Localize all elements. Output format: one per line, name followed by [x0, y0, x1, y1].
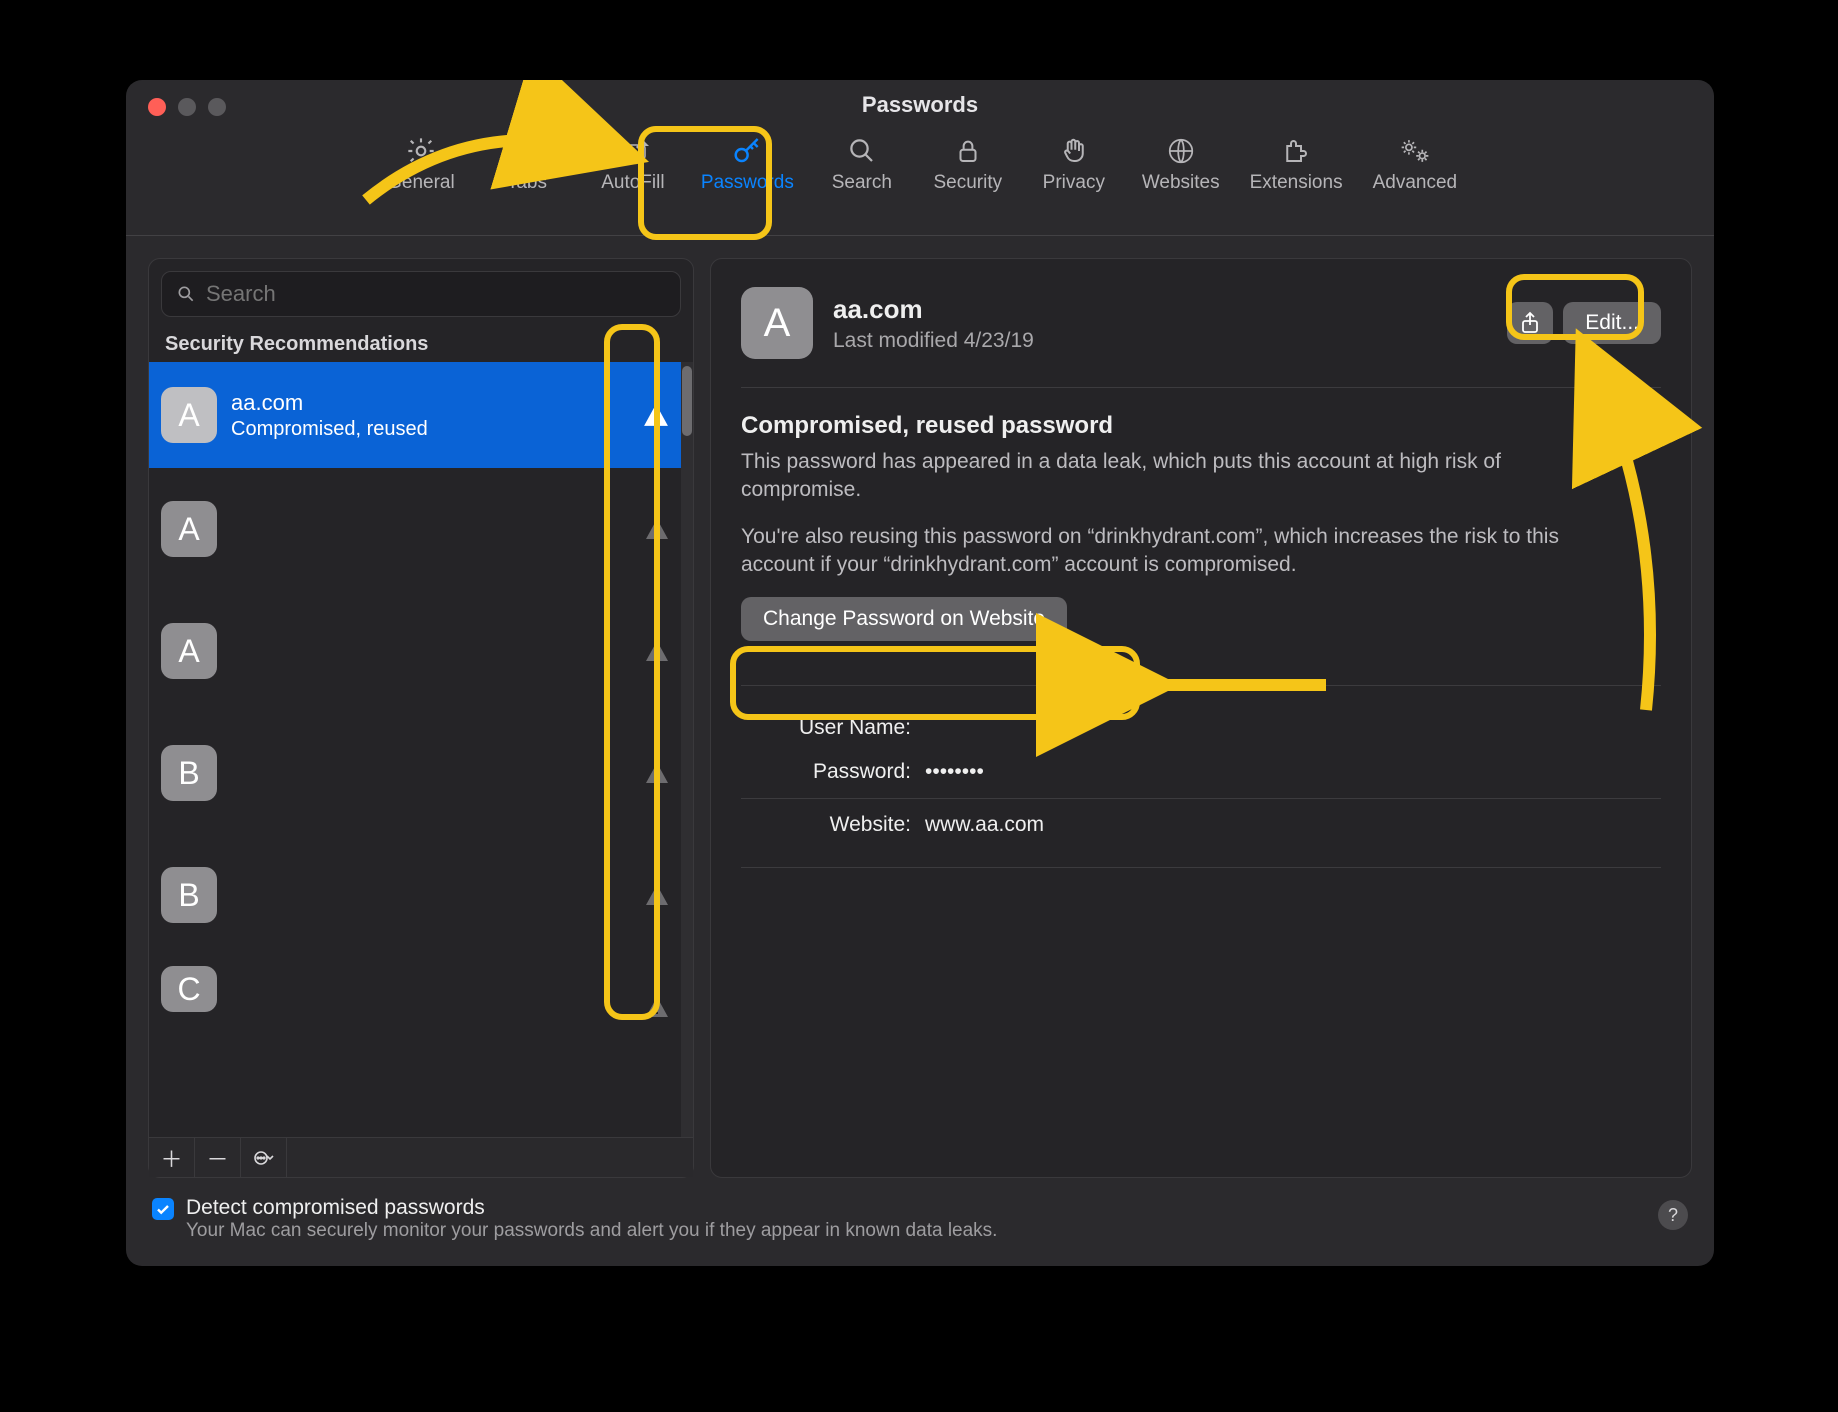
- warning-icon: [645, 762, 669, 784]
- username-label: User Name:: [741, 716, 911, 740]
- site-avatar: A: [161, 623, 217, 679]
- tab-websites[interactable]: Websites: [1136, 130, 1226, 198]
- section-header: Security Recommendations: [149, 323, 693, 362]
- magnifier-icon: [843, 134, 881, 168]
- passwords-sidebar: Security Recommendations A aa.com Compro…: [148, 258, 694, 1178]
- tab-search[interactable]: Search: [818, 130, 906, 198]
- site-avatar: C: [161, 966, 217, 1012]
- tab-autofill[interactable]: AutoFill: [589, 130, 677, 198]
- password-item[interactable]: B: [149, 712, 693, 834]
- detail-modified: Last modified 4/23/19: [833, 329, 1487, 353]
- titlebar: Passwords General Tabs AutoFill: [126, 80, 1714, 236]
- tab-label: Extensions: [1250, 172, 1343, 194]
- tab-label: AutoFill: [601, 172, 664, 194]
- tab-privacy[interactable]: Privacy: [1030, 130, 1118, 198]
- site-avatar: B: [161, 867, 217, 923]
- password-list: A aa.com Compromised, reused A: [149, 362, 693, 1137]
- password-detail: A aa.com Last modified 4/23/19 Edit... C…: [710, 258, 1692, 1178]
- check-icon: [155, 1201, 171, 1217]
- tab-label: Security: [934, 172, 1003, 194]
- website-value[interactable]: www.aa.com: [925, 813, 1044, 837]
- credentials: User Name: Password: •••••••• Website: w…: [741, 685, 1661, 868]
- list-toolbar: ＋ －: [149, 1137, 693, 1177]
- search-input[interactable]: [206, 281, 666, 307]
- detect-checkbox[interactable]: [152, 1198, 174, 1220]
- magnifier-icon: [176, 284, 196, 304]
- site-avatar: B: [161, 745, 217, 801]
- password-item[interactable]: C: [149, 956, 693, 1028]
- tab-label: Privacy: [1043, 172, 1105, 194]
- tab-advanced[interactable]: Advanced: [1367, 130, 1464, 198]
- change-password-button[interactable]: Change Password on Website: [741, 597, 1067, 641]
- warning-icon: [645, 884, 669, 906]
- site-avatar: A: [161, 501, 217, 557]
- content-area: Security Recommendations A aa.com Compro…: [126, 236, 1714, 1178]
- tab-label: Search: [832, 172, 892, 194]
- password-item[interactable]: A: [149, 590, 693, 712]
- tab-extensions[interactable]: Extensions: [1244, 130, 1349, 198]
- warning-text-1: This password has appeared in a data lea…: [741, 448, 1561, 505]
- scrollbar[interactable]: [681, 362, 693, 1137]
- warning-icon: [645, 996, 669, 1018]
- warning-title: Compromised, reused password: [741, 412, 1661, 440]
- detail-header: A aa.com Last modified 4/23/19 Edit...: [741, 287, 1661, 388]
- site-avatar: A: [741, 287, 813, 359]
- tab-label: Tabs: [507, 172, 547, 194]
- remove-button[interactable]: －: [195, 1138, 241, 1177]
- footer: Detect compromised passwords Your Mac ca…: [126, 1178, 1714, 1266]
- preferences-toolbar: General Tabs AutoFill Passwords: [126, 130, 1714, 198]
- lock-icon: [949, 134, 987, 168]
- share-icon: [1520, 311, 1540, 335]
- warning-icon: [643, 403, 669, 427]
- site-name: aa.com: [231, 390, 428, 416]
- footer-title: Detect compromised passwords: [186, 1196, 997, 1220]
- password-label: Password:: [741, 760, 911, 784]
- warning-icon: [645, 518, 669, 540]
- gear-icon: [402, 134, 440, 168]
- tab-label: Advanced: [1373, 172, 1458, 194]
- tab-general[interactable]: General: [377, 130, 465, 198]
- search-field[interactable]: [161, 271, 681, 317]
- gears-icon: [1396, 134, 1434, 168]
- website-label: Website:: [741, 813, 911, 837]
- footer-subtitle: Your Mac can securely monitor your passw…: [186, 1220, 997, 1242]
- password-value: ••••••••: [925, 760, 984, 784]
- preferences-window: Passwords General Tabs AutoFill: [126, 80, 1714, 1266]
- puzzle-icon: [1277, 134, 1315, 168]
- tab-security[interactable]: Security: [924, 130, 1012, 198]
- password-item[interactable]: A: [149, 468, 693, 590]
- site-avatar: A: [161, 387, 217, 443]
- scrollbar-thumb[interactable]: [682, 366, 692, 436]
- hand-icon: [1055, 134, 1093, 168]
- globe-icon: [1162, 134, 1200, 168]
- add-button[interactable]: ＋: [149, 1138, 195, 1177]
- password-item[interactable]: A aa.com Compromised, reused: [149, 362, 693, 468]
- item-subtitle: Compromised, reused: [231, 418, 428, 441]
- autofill-icon: [614, 134, 652, 168]
- more-button[interactable]: [241, 1138, 287, 1177]
- warning-icon: [645, 640, 669, 662]
- key-icon: [728, 134, 766, 168]
- tab-tabs[interactable]: Tabs: [483, 130, 571, 198]
- detail-site: aa.com: [833, 294, 1487, 325]
- tab-passwords[interactable]: Passwords: [695, 130, 800, 198]
- share-button[interactable]: [1507, 302, 1553, 344]
- password-item[interactable]: B: [149, 834, 693, 956]
- help-button[interactable]: ?: [1658, 1200, 1688, 1230]
- edit-button[interactable]: Edit...: [1563, 302, 1661, 344]
- tabs-icon: [508, 134, 546, 168]
- tab-label: General: [387, 172, 455, 194]
- detail-body: Compromised, reused password This passwo…: [741, 388, 1661, 868]
- tab-label: Passwords: [701, 172, 794, 194]
- window-title: Passwords: [126, 92, 1714, 118]
- tab-label: Websites: [1142, 172, 1220, 194]
- warning-text-2: You're also reusing this password on “dr…: [741, 523, 1561, 580]
